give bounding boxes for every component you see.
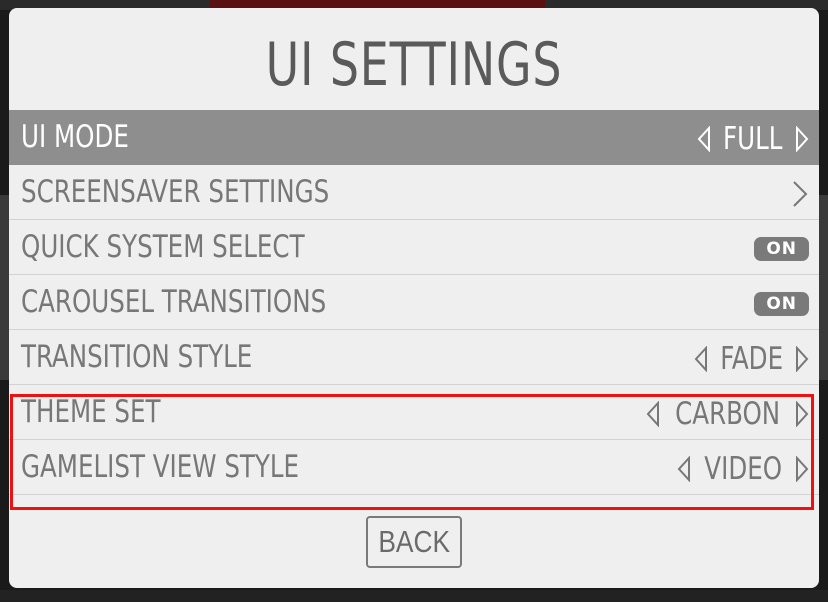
setting-label: CAROUSEL TRANSITIONS <box>21 284 327 320</box>
setting-value: FULL <box>723 121 783 157</box>
setting-row-carousel-transitions[interactable]: CAROUSEL TRANSITIONS ON <box>9 275 819 330</box>
setting-label: UI MODE <box>21 119 129 155</box>
toggle-switch[interactable]: ON <box>754 237 809 261</box>
setting-row-transition-style[interactable]: TRANSITION STYLE FADE <box>9 330 819 385</box>
settings-dialog: UI SETTINGS UI MODE FULL SCREENSAVER SET… <box>9 8 819 588</box>
setting-row-theme-set[interactable]: THEME SET CARBON <box>9 385 819 440</box>
triangle-left-icon[interactable] <box>697 126 711 152</box>
triangle-right-icon[interactable] <box>795 456 809 482</box>
setting-row-gamelist-view-style[interactable]: GAMELIST VIEW STYLE VIDEO <box>9 440 819 495</box>
setting-value-group: ON <box>754 229 809 269</box>
setting-label: THEME SET <box>21 394 161 430</box>
background-bottom <box>0 590 828 602</box>
setting-value-group: CARBON <box>646 394 809 434</box>
triangle-left-icon[interactable] <box>646 401 660 427</box>
setting-label: QUICK SYSTEM SELECT <box>21 229 305 265</box>
setting-value-group <box>791 174 809 214</box>
chevron-right-icon <box>791 180 809 208</box>
setting-value-group: FADE <box>694 339 809 379</box>
triangle-left-icon[interactable] <box>694 346 708 372</box>
setting-row-ui-mode[interactable]: UI MODE FULL <box>9 110 819 165</box>
settings-list: UI MODE FULL SCREENSAVER SETTINGS QUICK … <box>9 110 819 495</box>
triangle-right-icon[interactable] <box>795 126 809 152</box>
setting-row-quick-system-select[interactable]: QUICK SYSTEM SELECT ON <box>9 220 819 275</box>
back-button-label: BACK <box>378 524 450 559</box>
setting-value-group: FULL <box>697 119 809 159</box>
setting-value: CARBON <box>674 396 780 432</box>
setting-value-group: VIDEO <box>677 449 809 489</box>
setting-label: TRANSITION STYLE <box>21 339 253 375</box>
dialog-title: UI SETTINGS <box>265 30 563 100</box>
setting-value-group: ON <box>754 284 809 324</box>
setting-row-screensaver[interactable]: SCREENSAVER SETTINGS <box>9 165 819 220</box>
back-button[interactable]: BACK <box>366 516 462 568</box>
setting-label: GAMELIST VIEW STYLE <box>21 449 300 485</box>
background-accent <box>210 0 545 8</box>
setting-value: FADE <box>719 341 783 377</box>
triangle-right-icon[interactable] <box>795 401 809 427</box>
setting-value: VIDEO <box>703 451 782 487</box>
triangle-right-icon[interactable] <box>795 346 809 372</box>
triangle-left-icon[interactable] <box>677 456 691 482</box>
setting-label: SCREENSAVER SETTINGS <box>21 174 330 210</box>
toggle-switch[interactable]: ON <box>754 292 809 316</box>
